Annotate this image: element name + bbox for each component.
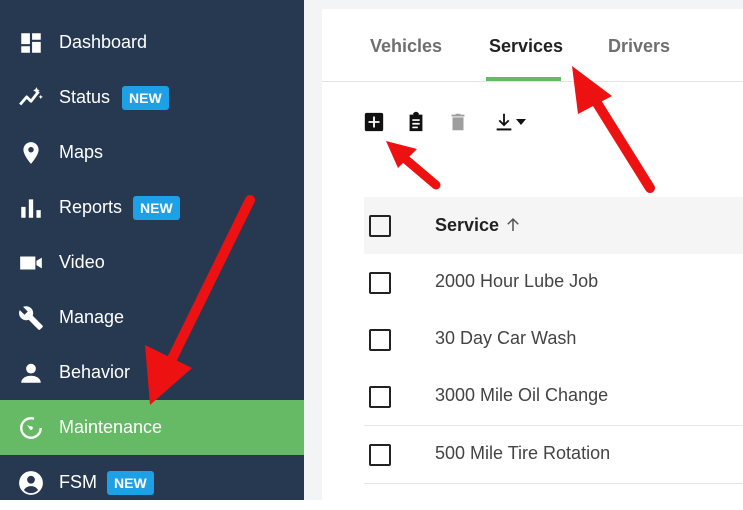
row-checkbox[interactable] — [369, 329, 391, 351]
sidebar-item-video[interactable]: Video — [0, 235, 304, 290]
download-icon — [496, 113, 512, 131]
sidebar-item-maps[interactable]: Maps — [0, 125, 304, 180]
wrench-icon — [18, 305, 44, 331]
bar-chart-icon — [18, 195, 44, 221]
sidebar-item-label: Reports — [59, 197, 123, 217]
sort-ascending-icon[interactable] — [504, 216, 522, 234]
download-menu-button[interactable] — [490, 110, 530, 134]
sidebar-item-label: Maps — [59, 142, 104, 162]
table-header: Service — [364, 197, 743, 255]
row-checkbox[interactable] — [369, 444, 391, 466]
sidebar-item-label: Behavior — [59, 362, 131, 382]
tab-vehicles[interactable]: Vehicles — [370, 36, 442, 57]
sidebar-item-manage[interactable]: Manage — [0, 290, 304, 345]
select-all-checkbox[interactable] — [369, 215, 391, 237]
new-badge: NEW — [133, 195, 180, 220]
service-name: 2000 Hour Lube Job — [435, 271, 599, 291]
main-panel: Vehicles Services Drivers Service 2000 H… — [322, 0, 743, 500]
new-badge: NEW — [122, 85, 169, 110]
sidebar-item-label: Dashboard — [59, 32, 148, 52]
table-row[interactable]: 500 Mile Tire Rotation — [364, 426, 743, 484]
sidebar-item-dashboard[interactable]: Dashboard — [0, 15, 304, 70]
tab-bar: Vehicles Services Drivers — [322, 9, 743, 82]
tab-services[interactable]: Services — [489, 36, 563, 57]
sidebar-item-label: Manage — [59, 307, 125, 327]
table-row[interactable]: 2000 Hour Lube Job — [364, 254, 743, 312]
clipboard-button[interactable] — [404, 110, 428, 134]
column-header-service[interactable]: Service — [435, 215, 499, 236]
sidebar-item-status[interactable]: Status NEW — [0, 70, 304, 125]
sidebar-item-label: Maintenance — [59, 417, 163, 437]
add-box-icon — [364, 112, 384, 132]
sidebar-item-fsm[interactable]: FSM NEW — [0, 455, 304, 510]
caret-down-icon — [516, 119, 526, 125]
add-service-button[interactable] — [362, 110, 386, 134]
account-circle-icon — [18, 470, 44, 496]
map-pin-icon — [18, 140, 44, 166]
table-row[interactable]: 30 Day Car Wash — [364, 311, 743, 369]
top-strip — [322, 0, 743, 9]
sidebar-item-label: FSM — [59, 472, 97, 492]
sidebar-item-maintenance[interactable]: Maintenance — [0, 400, 304, 455]
tab-drivers[interactable]: Drivers — [608, 36, 670, 57]
sidebar-item-label: Status — [59, 87, 111, 107]
dashboard-icon — [18, 30, 44, 56]
sidebar: Dashboard Status NEW Maps Reports NEW Vi… — [0, 0, 304, 500]
table-row[interactable]: 3000 Mile Oil Change — [364, 368, 743, 426]
video-camera-icon — [18, 250, 44, 276]
row-checkbox[interactable] — [369, 272, 391, 294]
active-tab-indicator — [486, 77, 561, 81]
content-gutter — [304, 0, 322, 500]
new-badge: NEW — [107, 470, 154, 495]
service-name: 30 Day Car Wash — [435, 328, 577, 348]
trash-icon — [451, 113, 465, 131]
service-name: 3000 Mile Oil Change — [435, 385, 609, 405]
status-trend-icon — [18, 85, 44, 111]
delete-button[interactable] — [446, 110, 470, 134]
person-icon — [18, 360, 44, 386]
maintenance-timer-icon — [18, 415, 44, 441]
row-checkbox[interactable] — [369, 386, 391, 408]
sidebar-item-reports[interactable]: Reports NEW — [0, 180, 304, 235]
sidebar-item-label: Video — [59, 252, 105, 272]
service-name: 500 Mile Tire Rotation — [435, 443, 611, 463]
clipboard-icon — [409, 111, 423, 132]
sidebar-item-behavior[interactable]: Behavior — [0, 345, 304, 400]
